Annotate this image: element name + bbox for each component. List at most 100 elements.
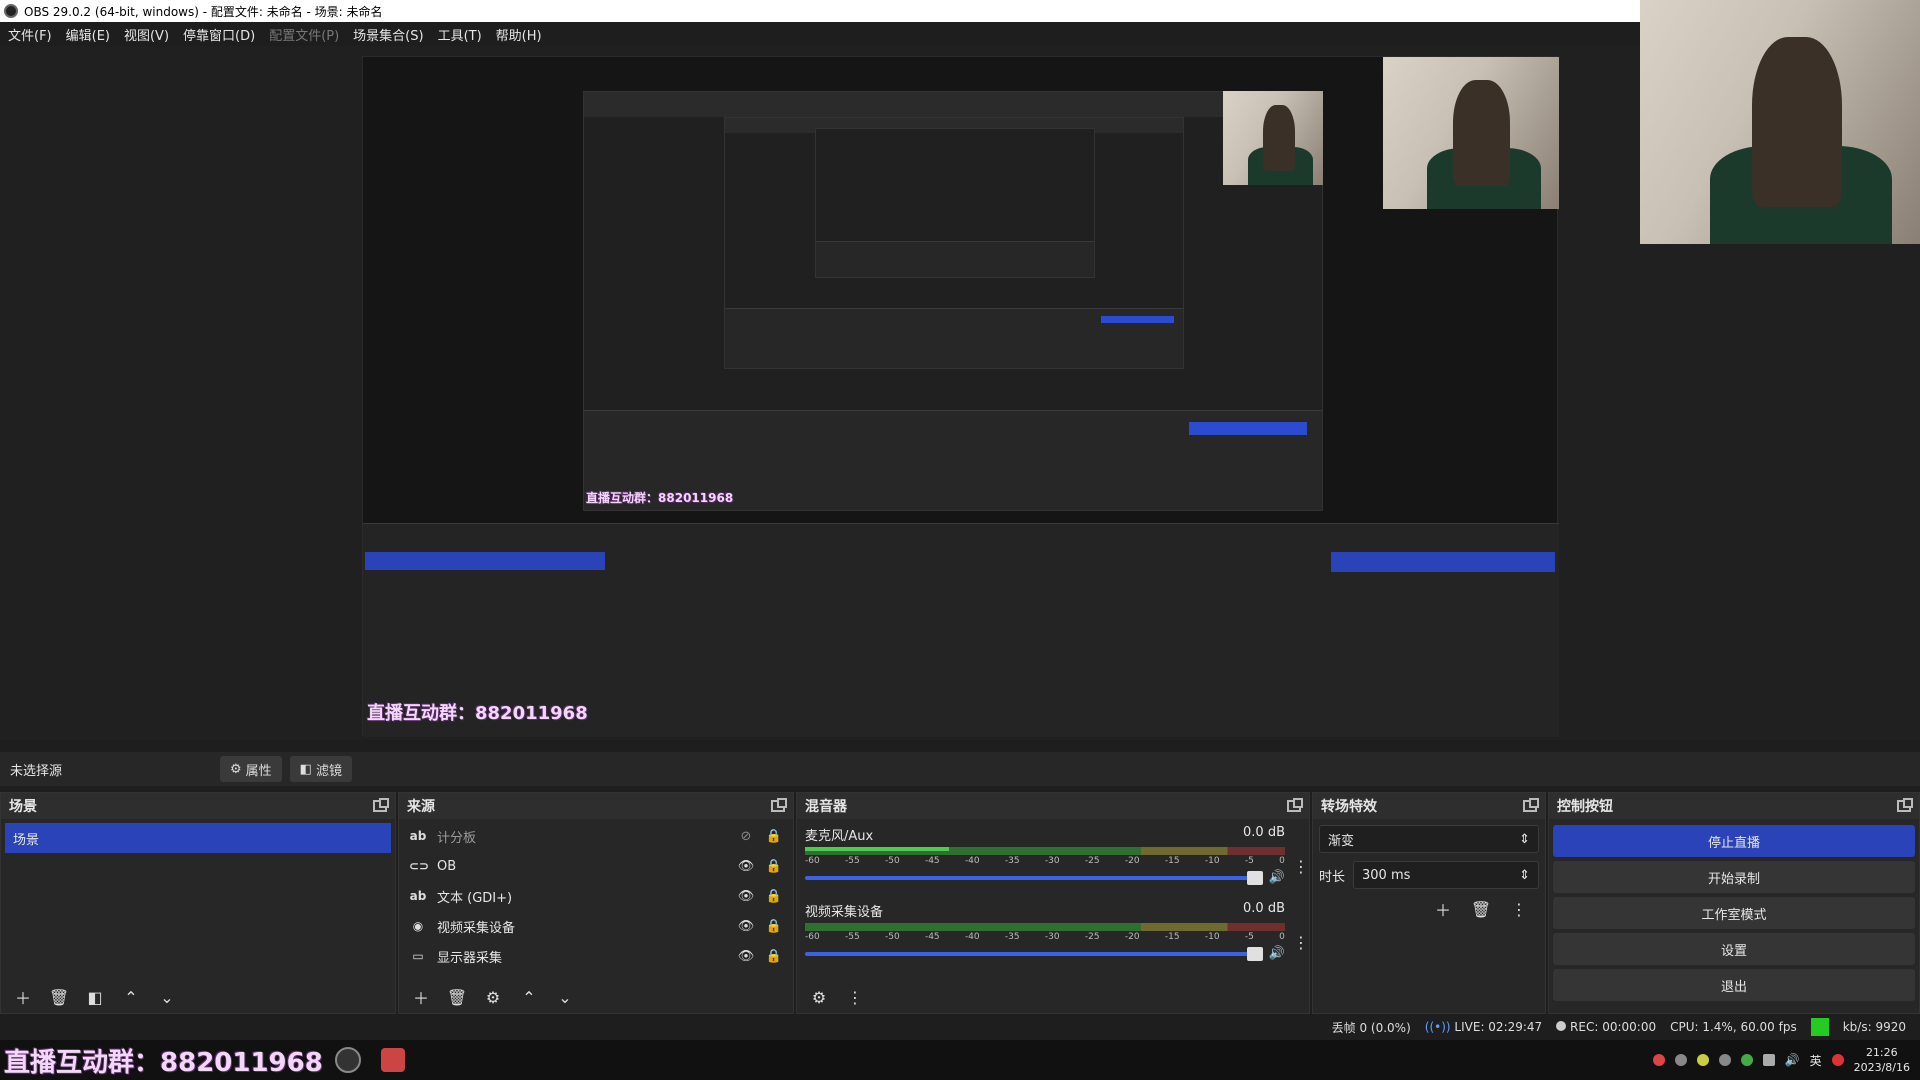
scene-item[interactable]: 场景 xyxy=(5,823,391,853)
speaker-icon[interactable]: 🔊 xyxy=(1269,946,1285,961)
lock-icon[interactable]: 🔒 xyxy=(765,919,783,934)
lock-icon[interactable]: 🔒 xyxy=(765,859,783,874)
obs-taskbar-icon[interactable] xyxy=(334,1047,361,1073)
obs-tray-icon[interactable] xyxy=(1718,1054,1731,1066)
volume-slider[interactable] xyxy=(805,946,1263,961)
mixer-channel-mic: 麦克风/Aux 0.0 dB -60 -55 -50 -45 -40 -35 -30 -25-… xyxy=(805,825,1309,895)
title-bar: OBS 29.0.2 (64-bit, windows) - 配置文件: 未命名… xyxy=(0,0,1640,22)
spin-arrows-icon[interactable]: ⇕ xyxy=(1519,868,1530,883)
more-options-icon[interactable]: ⋮ xyxy=(1293,857,1309,876)
volume-meter xyxy=(805,923,1285,931)
chrome-icon[interactable] xyxy=(1652,1054,1665,1066)
stream-health-indicator xyxy=(1810,1018,1829,1036)
transition-select[interactable]: 渐变 ⇕ xyxy=(1319,825,1539,853)
source-item[interactable]: ◉ 视频采集设备 👁 🔒 xyxy=(399,911,793,941)
display-source-icon: ▭ xyxy=(412,949,424,963)
menu-help[interactable]: 帮助(H) xyxy=(496,25,542,44)
undock-icon[interactable] xyxy=(1287,798,1303,812)
add-scene-button[interactable]: ＋ xyxy=(11,985,35,1009)
meter-ticks: -60 -55 -50 -45 -40 -35 -30 -25 -20 -15 -10 -5 0 xyxy=(805,856,1285,866)
broadcast-icon: ((•)) xyxy=(1424,1020,1451,1034)
more-options-icon[interactable]: ⋮ xyxy=(843,985,867,1009)
remove-transition-button[interactable]: 🗑 xyxy=(1469,897,1493,921)
eye-icon[interactable]: 👁 xyxy=(737,919,755,934)
exit-button[interactable]: 退出 xyxy=(1553,969,1915,1001)
ime-indicator[interactable]: 英 xyxy=(1810,1052,1822,1069)
properties-button[interactable]: ⚙ 属性 xyxy=(220,756,282,782)
filters-button[interactable]: ◧ 滤镜 xyxy=(289,756,352,782)
scenes-title: 场景 xyxy=(9,799,37,815)
undock-icon[interactable] xyxy=(771,798,787,812)
speaker-icon[interactable]: 🔊 xyxy=(1269,870,1285,885)
menu-view[interactable]: 视图(V) xyxy=(124,25,169,44)
preview-area[interactable]: 直播互动群：882011968 直播互动群：882011968 xyxy=(0,0,1920,740)
more-options-icon[interactable]: ⋮ xyxy=(1507,897,1531,921)
settings-button[interactable]: 设置 xyxy=(1553,933,1915,965)
add-transition-button[interactable]: ＋ xyxy=(1431,897,1455,921)
preview-canvas[interactable]: 直播互动群：882011968 直播互动群：882011968 xyxy=(362,56,1559,737)
audio-mixer-dock: 混音器 麦克风/Aux 0.0 dB -60 -55 -50 -45 -40 -35 -30… xyxy=(796,792,1310,1014)
eye-hidden-icon[interactable]: ⊘ xyxy=(737,829,755,844)
status-bar: 丢帧 0 (0.0%) ((•)) LIVE: 02:29:47 REC: 00… xyxy=(0,1014,1920,1040)
add-source-button[interactable]: ＋ xyxy=(409,985,433,1009)
app-tray-icon[interactable] xyxy=(1696,1054,1709,1066)
studio-mode-button[interactable]: 工作室模式 xyxy=(1553,897,1915,929)
remove-scene-button[interactable]: 🗑 xyxy=(47,985,71,1009)
duration-spinbox[interactable]: 300 ms ⇕ xyxy=(1353,861,1539,889)
undock-icon[interactable] xyxy=(373,798,389,812)
mixer-channel-video-capture: 视频采集设备 0.0 dB -60 -55 -50 -45 -40 -35 -30 -25 -2… xyxy=(805,901,1309,971)
obs-logo-icon xyxy=(4,4,18,18)
remove-source-button[interactable]: 🗑 xyxy=(445,985,469,1009)
channel-db: 0.0 dB xyxy=(1243,901,1285,916)
menu-docks[interactable]: 停靠窗口(D) xyxy=(183,25,255,44)
volume-slider[interactable] xyxy=(805,870,1263,885)
volume-icon[interactable]: 🔊 xyxy=(1785,1053,1800,1067)
start-recording-button[interactable]: 开始录制 xyxy=(1553,861,1915,893)
app-tray-icon[interactable] xyxy=(1674,1054,1687,1066)
move-up-button[interactable]: ⌃ xyxy=(517,985,541,1009)
source-item[interactable]: ab 文本 (GDI+) 👁 🔒 xyxy=(399,881,793,911)
app-tray-icon[interactable] xyxy=(1831,1054,1844,1066)
clock[interactable]: 21:26 2023/8/16 xyxy=(1854,1045,1910,1075)
undock-icon[interactable] xyxy=(1523,798,1539,812)
menu-profile[interactable]: 配置文件(P) xyxy=(269,25,339,44)
app-taskbar-icon[interactable] xyxy=(380,1048,405,1072)
eye-icon[interactable]: 👁 xyxy=(737,889,755,904)
source-item[interactable]: ⊂⊃ OB 👁 🔒 xyxy=(399,851,793,881)
lock-icon[interactable]: 🔒 xyxy=(765,949,783,964)
move-up-button[interactable]: ⌃ xyxy=(119,985,143,1009)
stop-streaming-button[interactable]: 停止直播 xyxy=(1553,825,1915,857)
menu-scene-collection[interactable]: 场景集合(S) xyxy=(353,25,423,44)
eye-icon[interactable]: 👁 xyxy=(737,859,755,874)
menu-file[interactable]: 文件(F) xyxy=(8,25,52,44)
sources-dock: 来源 ab 计分板 ⊘ 🔒 ⊂⊃ OB 👁 🔒 ab 文本 (GDI+) 👁 🔒… xyxy=(398,792,794,1014)
scenes-dock: 场景 场景 ＋ 🗑 ◧ ⌃ ⌄ xyxy=(0,792,396,1014)
controls-dock: 控制按钮 停止直播 开始录制 工作室模式 设置 退出 xyxy=(1548,792,1920,1014)
audio-settings-icon[interactable]: ⚙ xyxy=(807,985,831,1009)
transitions-title: 转场特效 xyxy=(1321,799,1377,815)
preview-overlay-text: 直播互动群：882011968 xyxy=(367,703,588,724)
network-icon[interactable] xyxy=(1762,1054,1775,1066)
move-down-button[interactable]: ⌄ xyxy=(553,985,577,1009)
more-options-icon[interactable]: ⋮ xyxy=(1293,933,1309,952)
scene-filters-button[interactable]: ◧ xyxy=(83,985,107,1009)
filter-icon: ◧ xyxy=(299,761,312,777)
undock-icon[interactable] xyxy=(1897,798,1913,812)
sources-title: 来源 xyxy=(407,799,435,815)
eye-icon[interactable]: 👁 xyxy=(737,949,755,964)
app-tray-icon[interactable] xyxy=(1740,1054,1753,1066)
source-item[interactable]: ▭ 显示器采集 👁 🔒 xyxy=(399,941,793,971)
channel-db: 0.0 dB xyxy=(1243,825,1285,840)
taskbar-overlay-text: 直播互动群：882011968 xyxy=(4,1047,323,1078)
text-source-icon: ab xyxy=(409,889,427,903)
lock-icon[interactable]: 🔒 xyxy=(765,829,783,844)
lock-icon[interactable]: 🔒 xyxy=(765,889,783,904)
camera-source-icon: ◉ xyxy=(412,919,424,933)
menu-tools[interactable]: 工具(T) xyxy=(438,25,482,44)
source-properties-button[interactable]: ⚙ xyxy=(481,985,505,1009)
duration-label: 时长 xyxy=(1319,869,1346,885)
move-down-button[interactable]: ⌄ xyxy=(155,985,179,1009)
volume-meter xyxy=(805,847,1285,855)
source-item[interactable]: ab 计分板 ⊘ 🔒 xyxy=(399,821,793,851)
menu-edit[interactable]: 编辑(E) xyxy=(66,25,110,44)
